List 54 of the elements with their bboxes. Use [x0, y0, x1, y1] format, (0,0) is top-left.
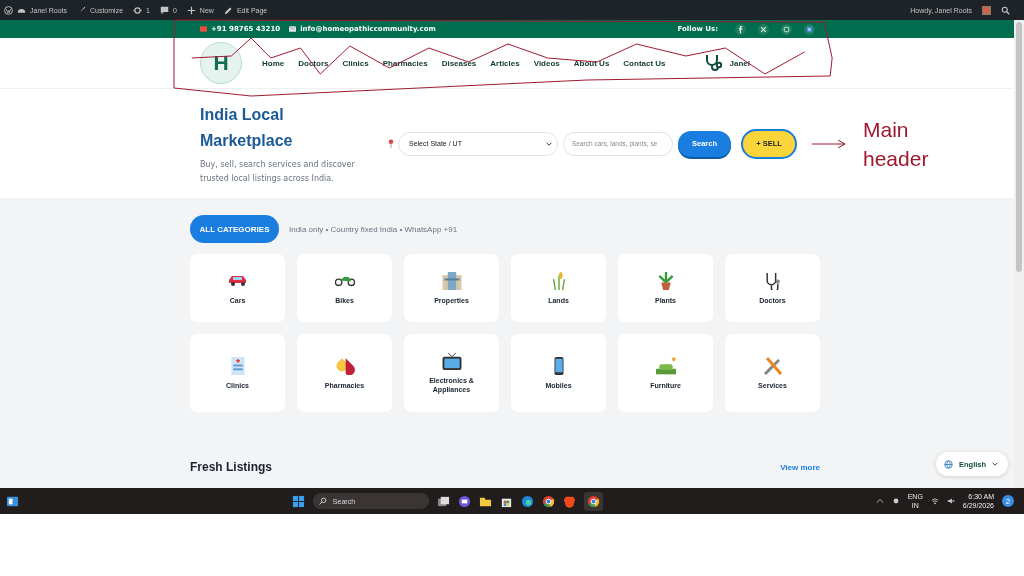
plus-icon — [186, 5, 196, 15]
nav-link[interactable]: Videos — [533, 58, 560, 68]
instagram-icon[interactable] — [781, 23, 792, 35]
tv-icon — [441, 352, 462, 370]
nav-link[interactable]: Diseases — [441, 58, 477, 68]
sofa-icon — [655, 356, 676, 375]
comment-icon — [159, 5, 169, 15]
location-pin-icon — [388, 139, 394, 148]
wordpress-icon[interactable] — [4, 5, 13, 15]
chrome-icon[interactable] — [583, 491, 603, 511]
brave-icon[interactable] — [562, 494, 576, 508]
view-more-link[interactable]: View more — [780, 462, 820, 472]
site-logo[interactable]: H — [200, 42, 242, 84]
sync-icon — [133, 5, 143, 15]
x-icon[interactable] — [758, 23, 769, 35]
globe-icon — [944, 459, 953, 469]
mail-icon — [289, 26, 297, 32]
nav-link[interactable]: About Us — [573, 58, 610, 68]
chevron-icon — [546, 141, 552, 146]
stethoscope-icon — [703, 53, 724, 73]
phone-icon — [200, 26, 207, 32]
widgets-icon[interactable] — [6, 494, 19, 508]
nav-link[interactable]: Articles — [490, 58, 520, 68]
hero-subtitle: Buy, sell, search services and discover trusted local listings across India. — [200, 158, 356, 185]
all-categories-button[interactable]: ALL CATEGORIES — [190, 215, 279, 243]
chevron-icon — [992, 462, 999, 466]
chrome-icon[interactable] — [541, 494, 555, 508]
annotation-arrow — [811, 138, 847, 149]
section-title: Fresh Listings — [190, 460, 272, 474]
pencil-icon — [223, 5, 233, 15]
start-icon[interactable] — [291, 494, 305, 508]
nav-link[interactable]: Doctors — [298, 58, 329, 68]
scrollbar[interactable] — [1014, 20, 1024, 488]
user-link[interactable]: Janel — [729, 58, 751, 68]
wifi-icon[interactable] — [930, 497, 939, 505]
nav-link[interactable]: Home — [262, 58, 285, 68]
categories-note: India only • Country fixed India • WhatsApp +91 — [289, 224, 458, 234]
chat-icon[interactable] — [457, 494, 471, 508]
task-view-icon[interactable] — [436, 494, 450, 508]
building-icon — [441, 271, 462, 290]
tools-icon — [762, 356, 783, 375]
search-icon — [318, 497, 327, 505]
facebook-icon[interactable] — [735, 23, 746, 35]
pill-icon — [334, 356, 355, 375]
annotation-text: Main header — [863, 116, 930, 172]
avatar-icon[interactable] — [982, 5, 991, 15]
nav-link[interactable]: Clinics — [342, 58, 369, 68]
search-icon[interactable] — [1001, 5, 1010, 15]
chevron-up-icon[interactable] — [875, 497, 884, 505]
play-icon[interactable] — [804, 23, 815, 35]
edge-icon[interactable] — [520, 494, 534, 508]
hero-title: India Local Marketplace — [200, 104, 294, 151]
muted-speaker-icon[interactable] — [946, 497, 955, 505]
nav-link[interactable]: Contact Us — [623, 58, 666, 68]
